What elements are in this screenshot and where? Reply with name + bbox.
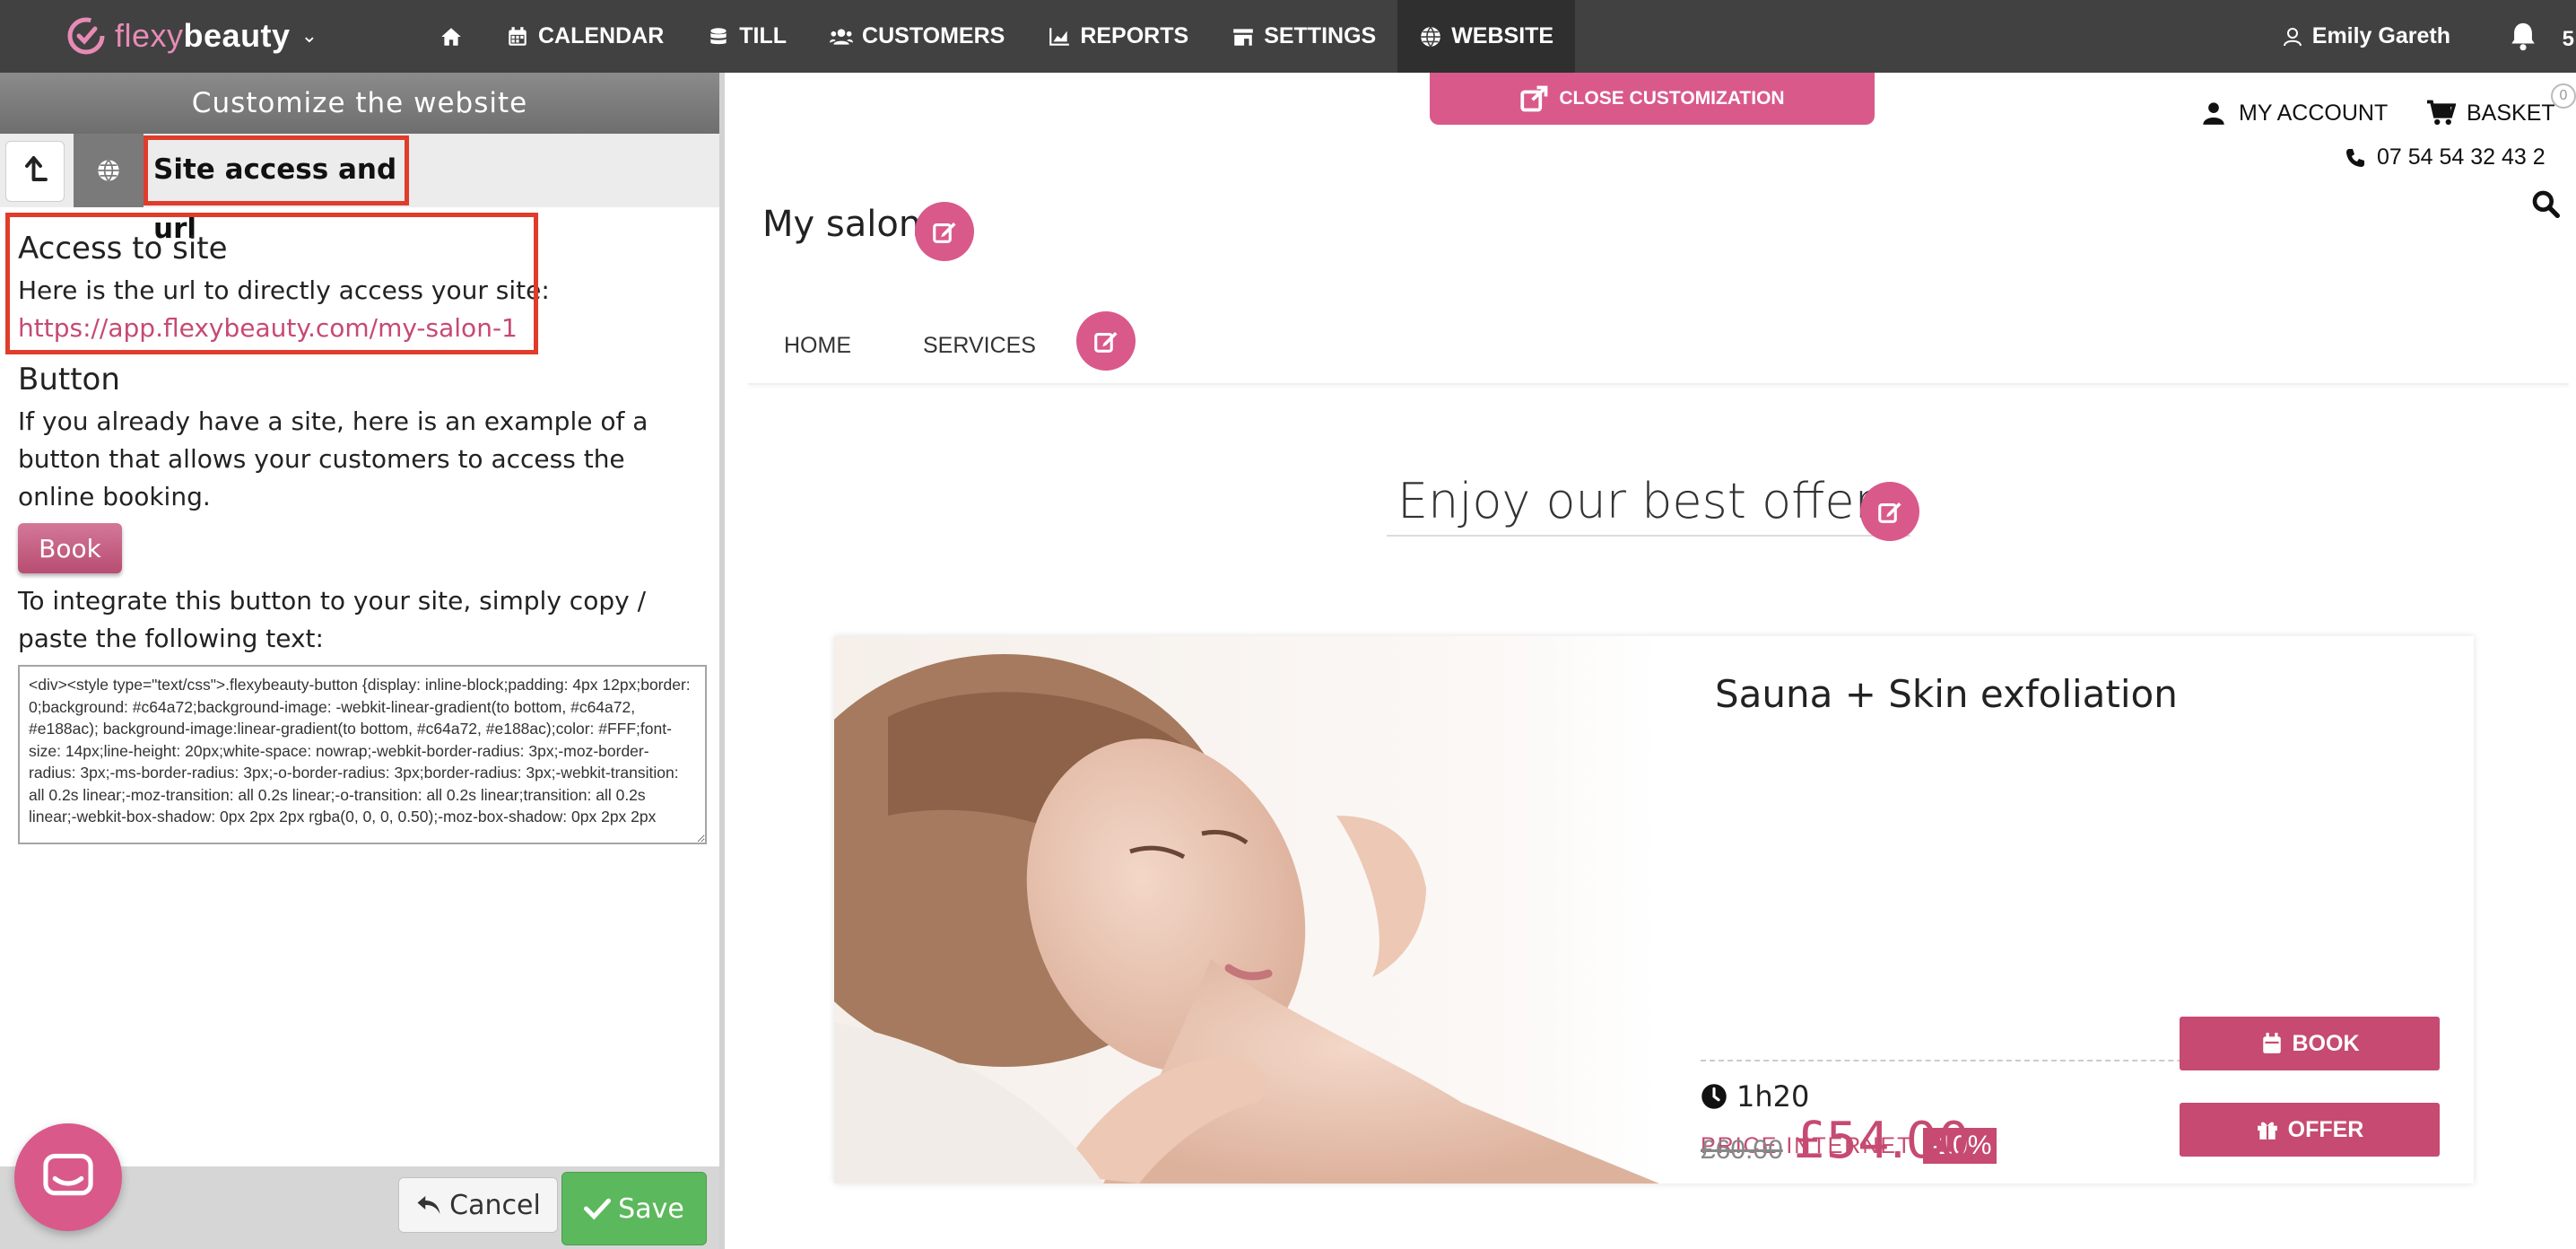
book-example-button[interactable]: Book	[18, 523, 122, 573]
gift-offer-label: OFFER	[2287, 1116, 2364, 1142]
nav-customers[interactable]: CUSTOMERS	[808, 0, 1026, 73]
my-account-label: MY ACCOUNT	[2239, 100, 2389, 126]
cancel-button[interactable]: Cancel	[398, 1177, 558, 1233]
panel-title: Customize the website	[0, 73, 719, 134]
phone-number[interactable]: 07 54 54 32 43 2	[2345, 144, 2546, 170]
user-name: Emily Gareth	[2311, 23, 2450, 48]
nav-settings-label: SETTINGS	[1264, 23, 1377, 48]
nav-reports-label: REPORTS	[1080, 23, 1189, 48]
notification-count: 5	[2562, 27, 2574, 51]
arrow-up-icon	[25, 156, 48, 181]
chat-icon	[43, 1153, 93, 1196]
gift-icon	[2257, 1122, 2277, 1140]
logo-text: flexybeauty	[115, 17, 291, 54]
nav-reports[interactable]: REPORTS	[1026, 0, 1210, 73]
user-menu[interactable]: Emily Gareth	[2282, 0, 2450, 73]
basket-label: BASKET	[2467, 100, 2555, 126]
highlight-box	[5, 213, 538, 354]
external-link-icon	[1520, 85, 1548, 112]
offer-duration: 1h20	[1701, 1079, 1809, 1114]
close-customization-label: CLOSE CUSTOMIZATION	[1559, 88, 1785, 109]
spa-woman-photo	[834, 636, 1659, 1183]
chevron-down-icon[interactable]: ⌄	[301, 24, 318, 48]
offers-heading: Enjoy our best offers	[1387, 473, 1910, 537]
edit-offers-button[interactable]	[1860, 482, 1919, 541]
edit-icon	[933, 223, 956, 243]
undo-icon	[417, 1196, 440, 1214]
gift-offer-button[interactable]: OFFER	[2180, 1103, 2440, 1157]
save-label: Save	[618, 1192, 684, 1225]
nav-home[interactable]	[418, 0, 484, 73]
check-icon	[584, 1198, 612, 1220]
button-title: Button	[18, 362, 120, 397]
calendar-icon	[509, 26, 527, 46]
top-navigation-bar: flexybeauty ⌄ CALENDAR TILL CUSTOMERS RE…	[0, 0, 2576, 73]
nav-customers-label: CUSTOMERS	[862, 23, 1005, 48]
globe-icon	[1421, 26, 1441, 47]
nav-settings[interactable]: SETTINGS	[1210, 0, 1397, 73]
panel-content: Access to site Here is the url to direct…	[5, 213, 709, 848]
integrate-text: To integrate this button to your site, s…	[18, 586, 647, 653]
main-nav: CALENDAR TILL CUSTOMERS REPORTS SETTINGS…	[418, 0, 1576, 73]
brand-logo[interactable]: flexybeauty ⌄	[65, 13, 318, 59]
cancel-label: Cancel	[449, 1189, 541, 1221]
basket-link[interactable]: BASKET	[2425, 100, 2555, 127]
edit-menu-button[interactable]	[1076, 311, 1136, 371]
breadcrumb: Site access and url	[0, 134, 719, 245]
cart-icon	[2427, 100, 2456, 126]
old-price: £60.00	[1701, 1135, 1783, 1165]
customize-panel: Customize the website Site access and ur…	[0, 73, 725, 1249]
user-icon	[2203, 102, 2224, 125]
chat-widget-button[interactable]	[14, 1123, 122, 1231]
menu-divider	[748, 383, 2569, 385]
nav-till-label: TILL	[739, 23, 788, 48]
phone-text: 07 54 54 32 43 2	[2377, 144, 2546, 170]
search-icon[interactable]	[2531, 189, 2560, 218]
shop-icon	[1233, 28, 1254, 46]
offer-card: Sauna + Skin exfoliation 1h20 PRICE INTE…	[834, 636, 2474, 1183]
edit-salon-name-button[interactable]	[915, 202, 974, 261]
globe-tab[interactable]	[74, 134, 144, 207]
back-up-button[interactable]	[5, 141, 65, 202]
duration-text: 1h20	[1736, 1079, 1810, 1114]
nav-calendar-label: CALENDAR	[538, 23, 665, 48]
phone-icon	[2346, 148, 2364, 167]
calendar-icon	[2262, 1033, 2281, 1053]
basket-count-badge: 0	[2551, 83, 2576, 109]
site-menu: HOME SERVICES	[784, 333, 1036, 359]
home-icon	[441, 27, 461, 46]
edit-icon	[1878, 502, 1902, 523]
book-offer-label: BOOK	[2292, 1030, 2360, 1056]
users-icon	[830, 28, 854, 45]
clock-icon	[1701, 1084, 1727, 1109]
nav-till[interactable]: TILL	[685, 0, 808, 73]
embed-code-textarea[interactable]: <div><style type="text/css">.flexybeauty…	[18, 665, 707, 844]
nav-website-label: WEBSITE	[1451, 23, 1554, 48]
globe-icon	[98, 159, 119, 182]
nav-calendar[interactable]: CALENDAR	[484, 0, 685, 73]
breadcrumb-title: Site access and url	[144, 135, 409, 245]
menu-item-home[interactable]: HOME	[784, 333, 851, 359]
menu-item-services[interactable]: SERVICES	[923, 333, 1036, 359]
edit-icon	[1094, 332, 1118, 353]
bell-icon[interactable]	[2508, 20, 2538, 52]
book-offer-button[interactable]: BOOK	[2180, 1017, 2440, 1070]
salon-name: My salon	[762, 204, 922, 245]
offer-title: Sauna + Skin exfoliation	[1715, 672, 2178, 716]
website-preview: CLOSE CUSTOMIZATION MY ACCOUNT BASKET 0 …	[730, 73, 2576, 1249]
close-customization-button[interactable]: CLOSE CUSTOMIZATION	[1430, 73, 1875, 125]
save-button[interactable]: Save	[561, 1172, 707, 1245]
offer-photo	[834, 636, 1659, 1183]
till-icon	[710, 27, 727, 44]
user-icon	[2283, 27, 2302, 46]
my-account-link[interactable]: MY ACCOUNT	[2201, 100, 2388, 127]
nav-website[interactable]: WEBSITE	[1397, 0, 1576, 73]
button-text: If you already have a site, here is an e…	[18, 406, 648, 511]
chart-icon	[1049, 27, 1070, 46]
flexybeauty-logo-icon	[67, 17, 105, 55]
new-price: £54.00	[1794, 1112, 1970, 1170]
